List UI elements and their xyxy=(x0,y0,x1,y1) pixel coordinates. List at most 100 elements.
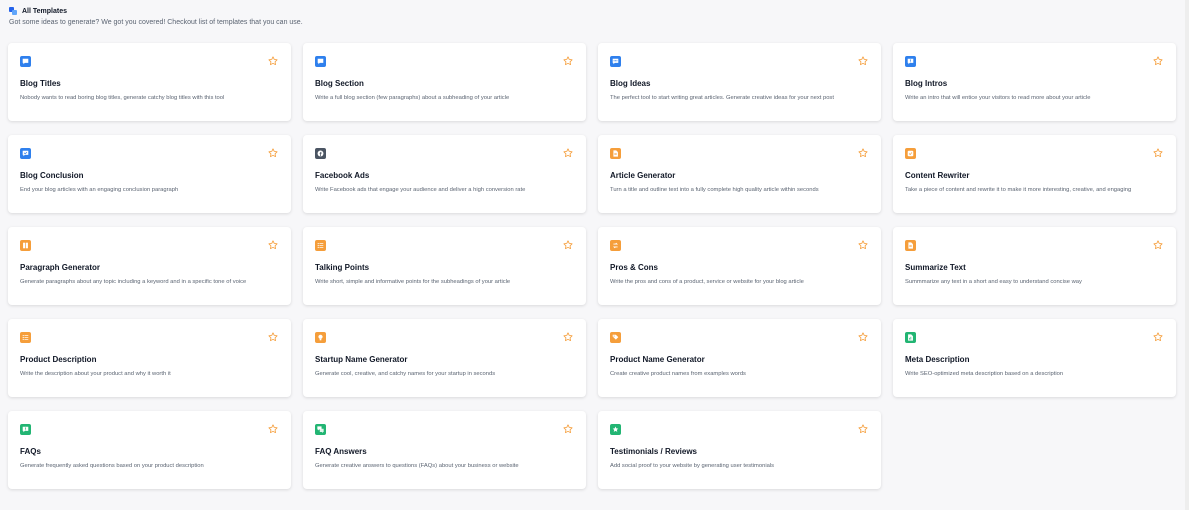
favorite-star-icon[interactable] xyxy=(858,424,868,434)
template-title: Pros & Cons xyxy=(610,263,659,272)
favorite-star-icon[interactable] xyxy=(1153,56,1163,66)
template-card-article-generator[interactable]: Article Generator Turn a title and outlin… xyxy=(598,135,881,213)
favorite-star-icon[interactable] xyxy=(268,240,278,250)
chat-alert-icon xyxy=(20,424,31,435)
template-title: Blog Ideas xyxy=(610,79,651,88)
favorite-star-icon[interactable] xyxy=(563,424,573,434)
template-title: Summarize Text xyxy=(905,263,966,272)
favorite-star-icon[interactable] xyxy=(268,56,278,66)
template-description: Write the description about your product… xyxy=(20,371,171,377)
template-title: FAQs xyxy=(20,447,41,456)
template-title: Startup Name Generator xyxy=(315,355,408,364)
template-card-blog-ideas[interactable]: Blog Ideas The perfect tool to start writ… xyxy=(598,43,881,121)
template-description: Nobody wants to read boring blog titles,… xyxy=(20,95,225,101)
template-card-product-description[interactable]: Product Description Write the description… xyxy=(8,319,291,397)
template-card-talking-points[interactable]: Talking Points Write short, simple and in… xyxy=(303,227,586,305)
template-card-blog-conclusion[interactable]: Blog Conclusion End your blog articles wi… xyxy=(8,135,291,213)
favorite-star-icon[interactable] xyxy=(858,332,868,342)
template-card-blog-titles[interactable]: Blog Titles Nobody wants to read boring b… xyxy=(8,43,291,121)
template-card-faqs[interactable]: FAQs Generate frequently asked questions … xyxy=(8,411,291,489)
lightbulb-icon xyxy=(315,332,326,343)
chat-double-icon xyxy=(315,424,326,435)
template-description: Write Facebook ads that engage your audi… xyxy=(315,187,526,193)
list-icon xyxy=(315,240,326,251)
columns-icon xyxy=(20,240,31,251)
template-description: Add social proof to your website by gene… xyxy=(610,463,775,469)
template-card-blog-section[interactable]: Blog Section Write a full blog section (f… xyxy=(303,43,586,121)
document-icon xyxy=(610,148,621,159)
template-card-content-rewriter[interactable]: Content Rewriter Take a piece of content … xyxy=(893,135,1176,213)
template-card-product-name-generator[interactable]: Product Name Generator Create creative pr… xyxy=(598,319,881,397)
template-card-summarize-text[interactable]: Summarize Text Summmarize any text in a s… xyxy=(893,227,1176,305)
template-description: End your blog articles with an engaging … xyxy=(20,187,179,193)
templates-grid: Blog Titles Nobody wants to read boring b… xyxy=(8,43,1176,489)
template-card-paragraph-generator[interactable]: Paragraph Generator Generate paragraphs a… xyxy=(8,227,291,305)
favorite-star-icon[interactable] xyxy=(268,332,278,342)
chat-bubble-icon xyxy=(20,56,31,67)
template-title: Meta Description xyxy=(905,355,970,364)
favorite-star-icon[interactable] xyxy=(1153,148,1163,158)
template-description: Turn a title and outline text into a ful… xyxy=(610,187,819,193)
document-icon xyxy=(905,240,916,251)
template-description: Generate creative answers to questions (… xyxy=(315,463,519,469)
swap-icon xyxy=(610,240,621,251)
facebook-icon xyxy=(315,148,326,159)
favorite-star-icon[interactable] xyxy=(858,240,868,250)
template-card-testimonials-reviews[interactable]: Testimonials / Reviews Add social proof t… xyxy=(598,411,881,489)
template-description: Write the pros and cons of a product, se… xyxy=(610,279,804,285)
template-card-facebook-ads[interactable]: Facebook Ads Write Facebook ads that enga… xyxy=(303,135,586,213)
template-description: Write short, simple and informative poin… xyxy=(315,279,511,285)
favorite-star-icon[interactable] xyxy=(1153,240,1163,250)
template-description: Generate paragraphs about any topic incl… xyxy=(20,279,247,285)
template-description: Write SEO-optimized meta description bas… xyxy=(905,371,1064,377)
favorite-star-icon[interactable] xyxy=(563,332,573,342)
page-subtitle: Got some ideas to generate? We got you c… xyxy=(9,19,303,26)
star-badge-icon xyxy=(610,424,621,435)
document-chart-icon xyxy=(905,332,916,343)
template-title: Article Generator xyxy=(610,171,676,180)
page-header: All Templates Got some ideas to generate… xyxy=(9,7,303,26)
tag-icon xyxy=(610,332,621,343)
template-description: Take a piece of content and rewrite it t… xyxy=(905,187,1132,193)
template-title: Blog Titles xyxy=(20,79,61,88)
favorite-star-icon[interactable] xyxy=(268,424,278,434)
chat-dots-icon xyxy=(610,56,621,67)
template-title: Blog Intros xyxy=(905,79,948,88)
template-title: Content Rewriter xyxy=(905,171,970,180)
template-description: Create creative product names from examp… xyxy=(610,371,746,377)
favorite-star-icon[interactable] xyxy=(858,148,868,158)
template-card-pros-cons[interactable]: Pros & Cons Write the pros and cons of a … xyxy=(598,227,881,305)
favorite-star-icon[interactable] xyxy=(563,56,573,66)
template-card-startup-name-generator[interactable]: Startup Name Generator Generate cool, cre… xyxy=(303,319,586,397)
template-description: Generate frequently asked questions base… xyxy=(20,463,204,469)
favorite-star-icon[interactable] xyxy=(1153,332,1163,342)
template-title: FAQ Answers xyxy=(315,447,367,456)
template-title: Product Description xyxy=(20,355,97,364)
template-description: The perfect tool to start writing great … xyxy=(610,95,834,101)
template-title: Talking Points xyxy=(315,263,370,272)
chat-bubble-icon xyxy=(315,56,326,67)
template-title: Paragraph Generator xyxy=(20,263,101,272)
template-title: Blog Conclusion xyxy=(20,171,84,180)
template-title: Facebook Ads xyxy=(315,171,370,180)
template-card-meta-description[interactable]: Meta Description Write SEO-optimized meta… xyxy=(893,319,1176,397)
template-description: Summmarize any text in a short and easy … xyxy=(905,279,1082,285)
favorite-star-icon[interactable] xyxy=(563,240,573,250)
favorite-star-icon[interactable] xyxy=(563,148,573,158)
templates-icon xyxy=(9,7,17,15)
scrollbar[interactable] xyxy=(1185,0,1189,510)
template-description: Write a full blog section (few paragraph… xyxy=(315,95,510,101)
template-description: Generate cool, creative, and catchy name… xyxy=(315,371,496,377)
check-square-icon xyxy=(905,148,916,159)
favorite-star-icon[interactable] xyxy=(858,56,868,66)
chat-alert-icon xyxy=(905,56,916,67)
favorite-star-icon[interactable] xyxy=(268,148,278,158)
template-title: Blog Section xyxy=(315,79,364,88)
header-title-row: All Templates xyxy=(9,7,303,15)
template-title: Testimonials / Reviews xyxy=(610,447,697,456)
page-title: All Templates xyxy=(22,7,67,15)
template-card-faq-answers[interactable]: FAQ Answers Generate creative answers to … xyxy=(303,411,586,489)
template-title: Product Name Generator xyxy=(610,355,705,364)
chat-check-icon xyxy=(20,148,31,159)
template-card-blog-intros[interactable]: Blog Intros Write an intro that will enti… xyxy=(893,43,1176,121)
